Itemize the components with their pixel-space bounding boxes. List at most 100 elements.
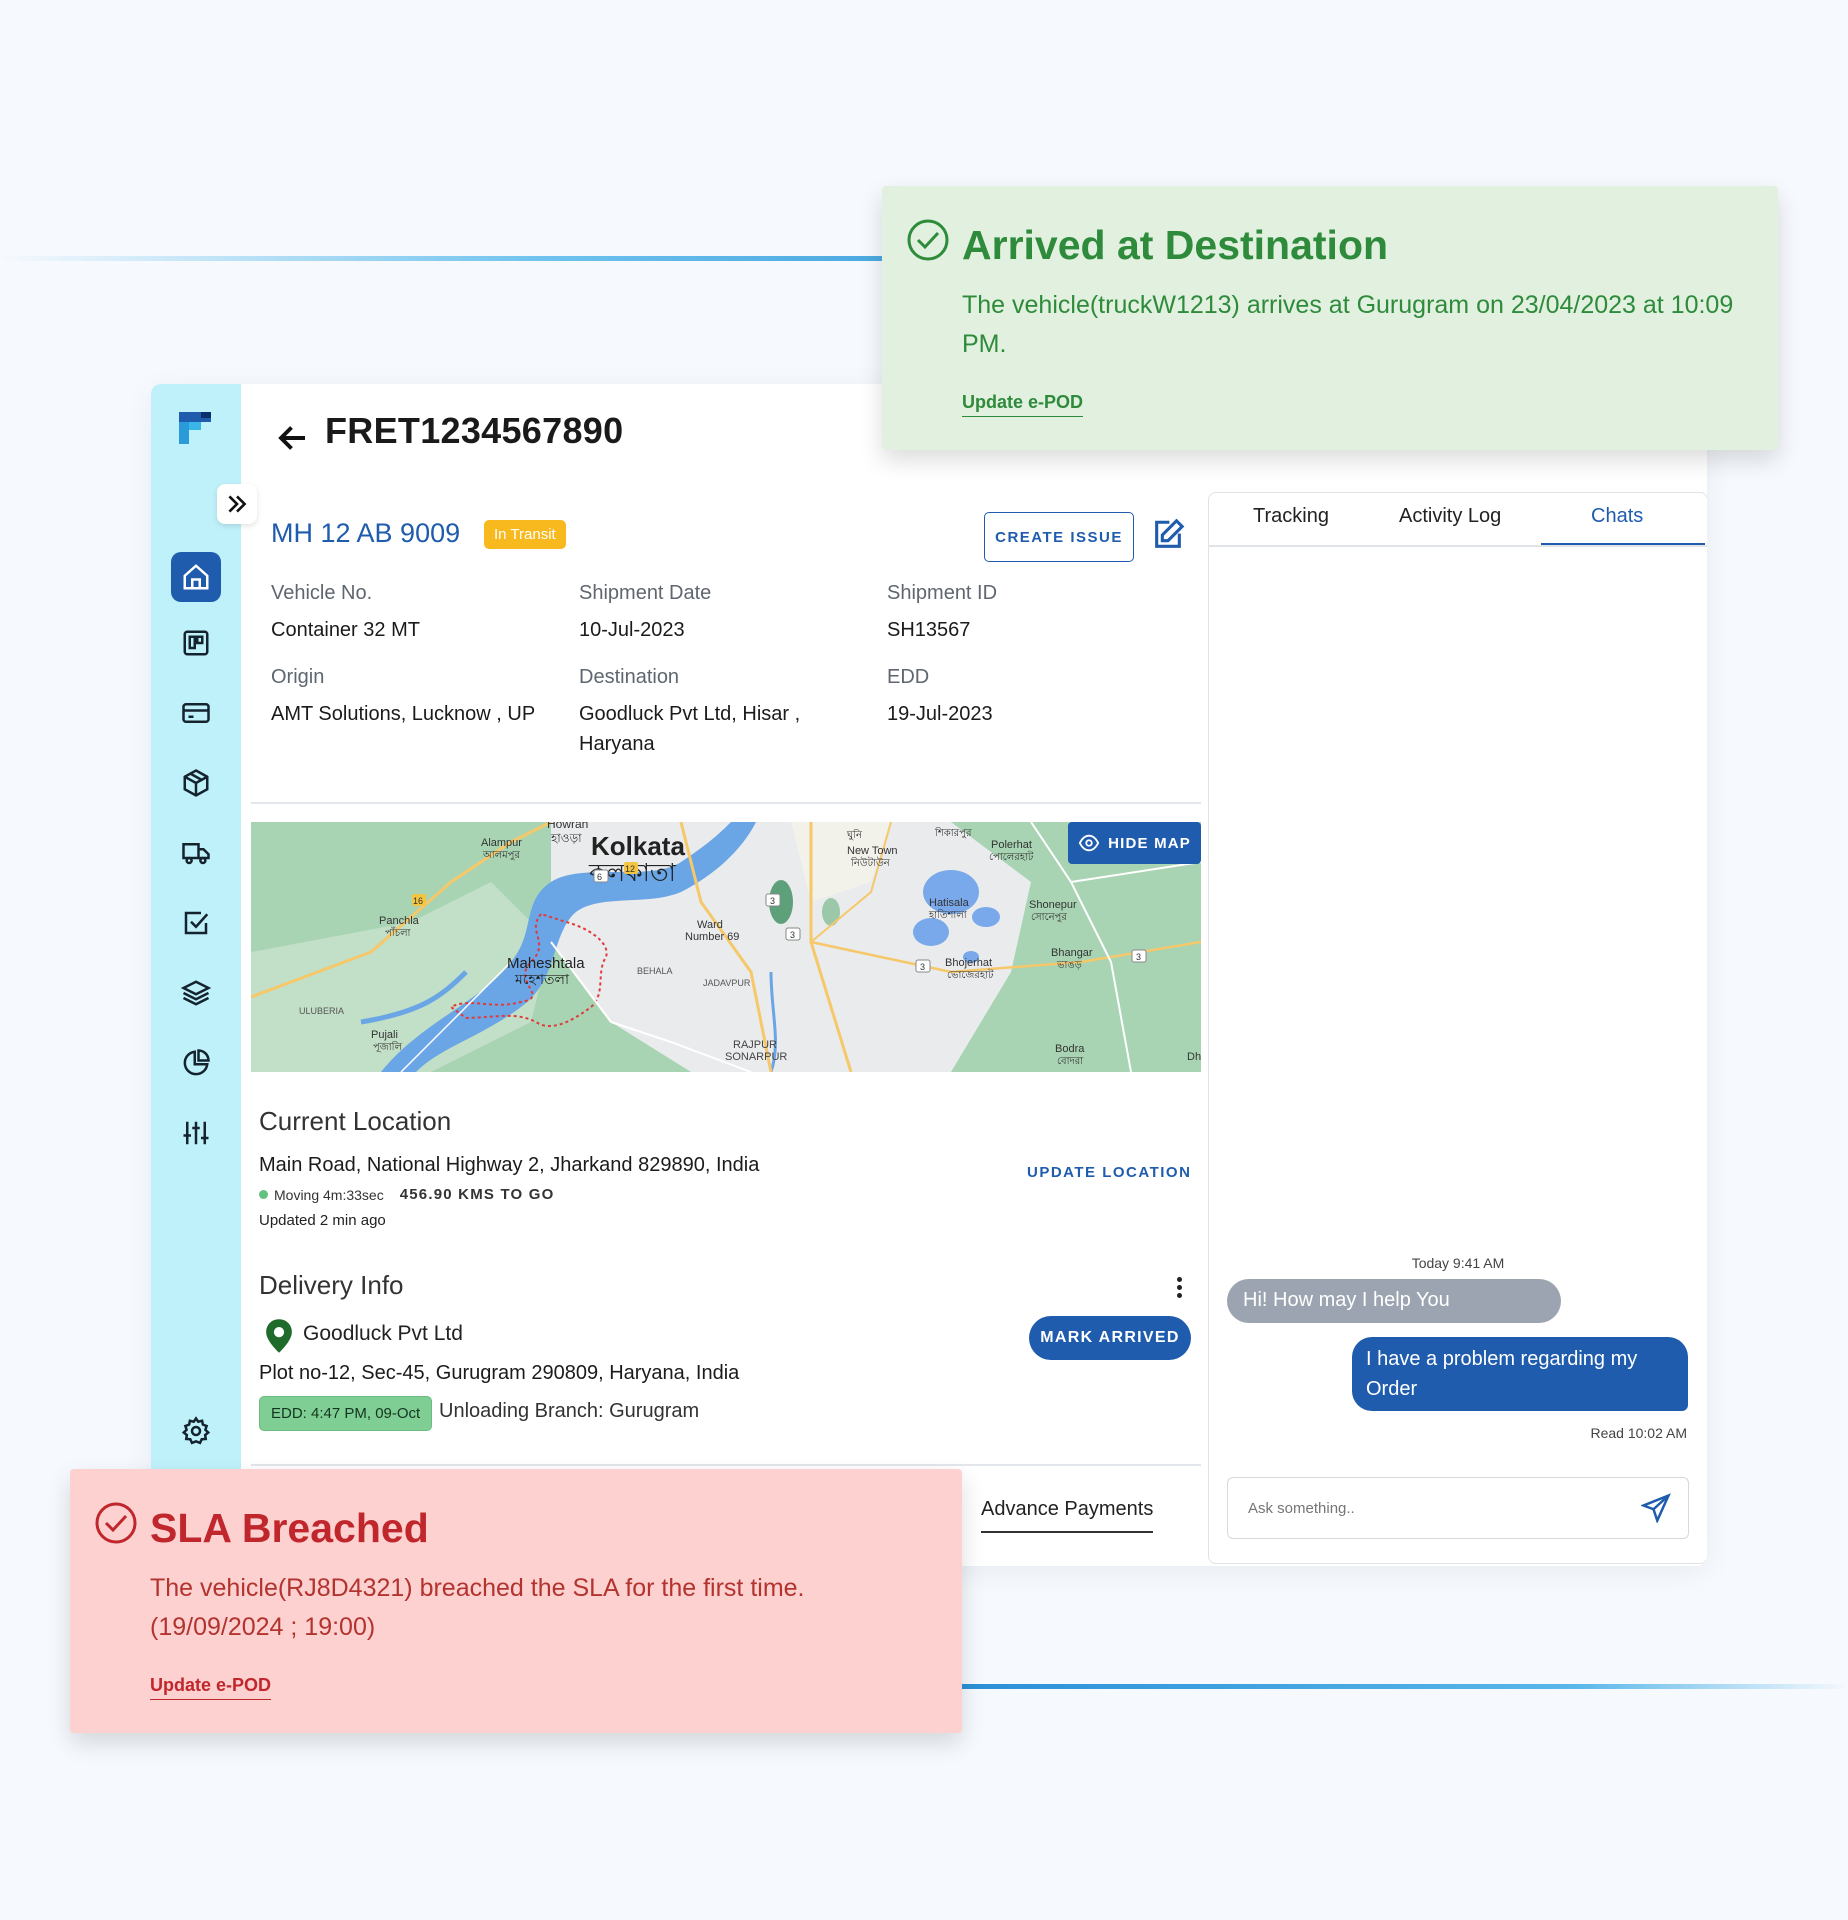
info-value: Container 32 MT: [271, 619, 420, 641]
chat-message-incoming: Hi! How may I help You: [1227, 1279, 1561, 1323]
notification-title: SLA Breached: [150, 1505, 429, 1551]
map-label-new-town: New Town: [847, 845, 898, 857]
info-label: Shipment Date: [579, 582, 712, 604]
map-label-panchla: Panchla: [379, 915, 420, 927]
tab-tracking[interactable]: Tracking: [1253, 505, 1329, 528]
create-issue-button[interactable]: CREATE ISSUE: [984, 512, 1134, 562]
pie-chart-icon: [183, 1049, 210, 1076]
edit-icon: [1155, 518, 1185, 548]
hide-map-label: HIDE MAP: [1108, 834, 1191, 852]
expand-sidebar-button[interactable]: [217, 484, 257, 524]
sidebar-item-layers[interactable]: [171, 968, 221, 1018]
map-label-rajpur: RAJPUR: [733, 1039, 777, 1051]
decorative-line-top: [0, 256, 900, 261]
map-label-sonarpur: SONARPUR: [725, 1051, 787, 1063]
map-label-shonepur: Shonepur: [1029, 899, 1077, 911]
notification-body: The vehicle(truckW1213) arrives at Gurug…: [962, 291, 1734, 358]
sidebar-item-board[interactable]: [171, 618, 221, 668]
hide-map-button[interactable]: HIDE MAP: [1068, 822, 1201, 864]
delivery-info-title: Delivery Info: [259, 1270, 404, 1300]
map-label-panchla-bn: পাঁচলা: [385, 926, 412, 939]
info-value: 19-Jul-2023: [887, 703, 993, 725]
arrow-left-icon: [278, 426, 305, 450]
info-value: SH13567: [887, 619, 971, 641]
map-label-alampur: Alampur: [481, 837, 522, 849]
road-shield: 16: [413, 896, 423, 906]
map-label-bodra-bn: বোদরা: [1057, 1056, 1084, 1067]
info-label: Origin: [271, 666, 325, 688]
tab-chats[interactable]: Chats: [1591, 505, 1643, 528]
update-epod-link[interactable]: Update e-POD: [150, 1675, 272, 1700]
current-location-title: Current Location: [259, 1106, 452, 1136]
logo-icon: [179, 412, 211, 444]
map-label-bodra: Bodra: [1055, 1043, 1085, 1055]
checkbox-icon: [184, 911, 209, 935]
sidebar-item-packages[interactable]: [171, 758, 221, 808]
active-tab-indicator: [1541, 543, 1705, 545]
map-label-behala: BEHALA: [637, 966, 673, 976]
tab-activity-log[interactable]: Activity Log: [1399, 505, 1501, 528]
location-updated-time: Updated 2 min ago: [259, 1212, 386, 1229]
update-epod-link[interactable]: Update e-POD: [962, 392, 1084, 417]
sidebar-item-home[interactable]: [171, 552, 221, 602]
arrived-notification: Arrived at Destination The vehicle(truck…: [882, 186, 1778, 450]
sidebar-item-payments[interactable]: [171, 688, 221, 738]
read-receipt: Read 10:02 AM: [1590, 1425, 1687, 1441]
layers-icon: [181, 980, 211, 1006]
check-circle-icon: [906, 218, 950, 262]
eye-icon: [1078, 834, 1100, 852]
board-icon: [183, 630, 209, 656]
send-icon: [1640, 1493, 1671, 1524]
route-map[interactable]: Kolkata কলকাতা Howrah হাওড়া Maheshtala …: [251, 822, 1201, 1072]
status-badge: In Transit: [484, 520, 566, 549]
map-label-bhojerhat-bn: ভোজেরহাট: [947, 968, 994, 981]
current-location-address: Main Road, National Highway 2, Jharkand …: [259, 1154, 760, 1176]
road-shield: 3: [920, 962, 925, 972]
info-edd: EDD 19-Jul-2023: [887, 666, 1187, 729]
sidebar-item-settings[interactable]: [171, 1406, 221, 1456]
back-button[interactable]: [275, 420, 311, 456]
map-label-howrah: Howrah: [547, 822, 588, 831]
map-label-jadavpur: JADAVPUR: [703, 978, 751, 988]
decorative-line-bottom: [940, 1684, 1848, 1689]
moving-duration: Moving 4m:33sec: [274, 1186, 384, 1203]
info-origin: Origin AMT Solutions, Lucknow , UP: [271, 666, 571, 729]
map-label-ghuni-bn: ঘুনি: [846, 829, 863, 841]
page-title: FRET1234567890: [325, 410, 624, 451]
sidebar-item-tasks[interactable]: [171, 898, 221, 948]
road-shield: 3: [790, 930, 795, 940]
sla-breached-notification: SLA Breached The vehicle(RJ8D4321) breac…: [70, 1469, 962, 1733]
check-circle-icon: [94, 1501, 138, 1545]
notification-title: Arrived at Destination: [962, 222, 1389, 268]
info-value: AMT Solutions, Lucknow , UP: [271, 703, 536, 725]
info-label: Shipment ID: [887, 582, 998, 604]
notification-body: The vehicle(RJ8D4321) breached the SLA f…: [150, 1574, 805, 1641]
sidebar-item-trucks[interactable]: [171, 828, 221, 878]
sidebar-item-controls[interactable]: [171, 1108, 221, 1158]
update-location-button[interactable]: UPDATE LOCATION: [1027, 1164, 1191, 1181]
chat-timestamp: Today 9:41 AM: [1411, 1255, 1505, 1271]
road-shield: 6: [597, 872, 602, 882]
app-window: FRET1234567890 MH 12 AB 9009 In Transit …: [151, 384, 1707, 1566]
chat-input[interactable]: [1227, 1477, 1689, 1539]
vehicle-number-link[interactable]: MH 12 AB 9009: [271, 518, 460, 549]
tab-advance-payments[interactable]: Advance Payments: [981, 1498, 1154, 1533]
more-options-button[interactable]: [1173, 1274, 1185, 1306]
card-icon: [182, 703, 210, 723]
unloading-branch: Unloading Branch: Gurugram: [439, 1400, 700, 1422]
info-value: Goodluck Pvt Ltd, Hisar , Haryana: [579, 703, 801, 755]
send-button[interactable]: [1640, 1493, 1671, 1524]
sliders-icon: [183, 1121, 209, 1145]
edit-button[interactable]: [1151, 518, 1187, 554]
sidebar-item-reports[interactable]: [171, 1038, 221, 1088]
map-label-dh: Dh: [1187, 1051, 1201, 1063]
delivery-address: Plot no-12, Sec-45, Gurugram 290809, Har…: [259, 1362, 740, 1384]
home-icon: [183, 564, 209, 590]
map-label-pujali-bn: পূজালি: [373, 1041, 402, 1053]
map-label-new-town-bn: নিউটাউন: [850, 856, 891, 869]
info-value: 10-Jul-2023: [579, 619, 685, 641]
divider: [251, 1464, 1201, 1466]
mark-arrived-button[interactable]: MARK ARRIVED: [1029, 1316, 1191, 1360]
info-label: EDD: [887, 666, 930, 688]
package-icon: [183, 769, 209, 797]
